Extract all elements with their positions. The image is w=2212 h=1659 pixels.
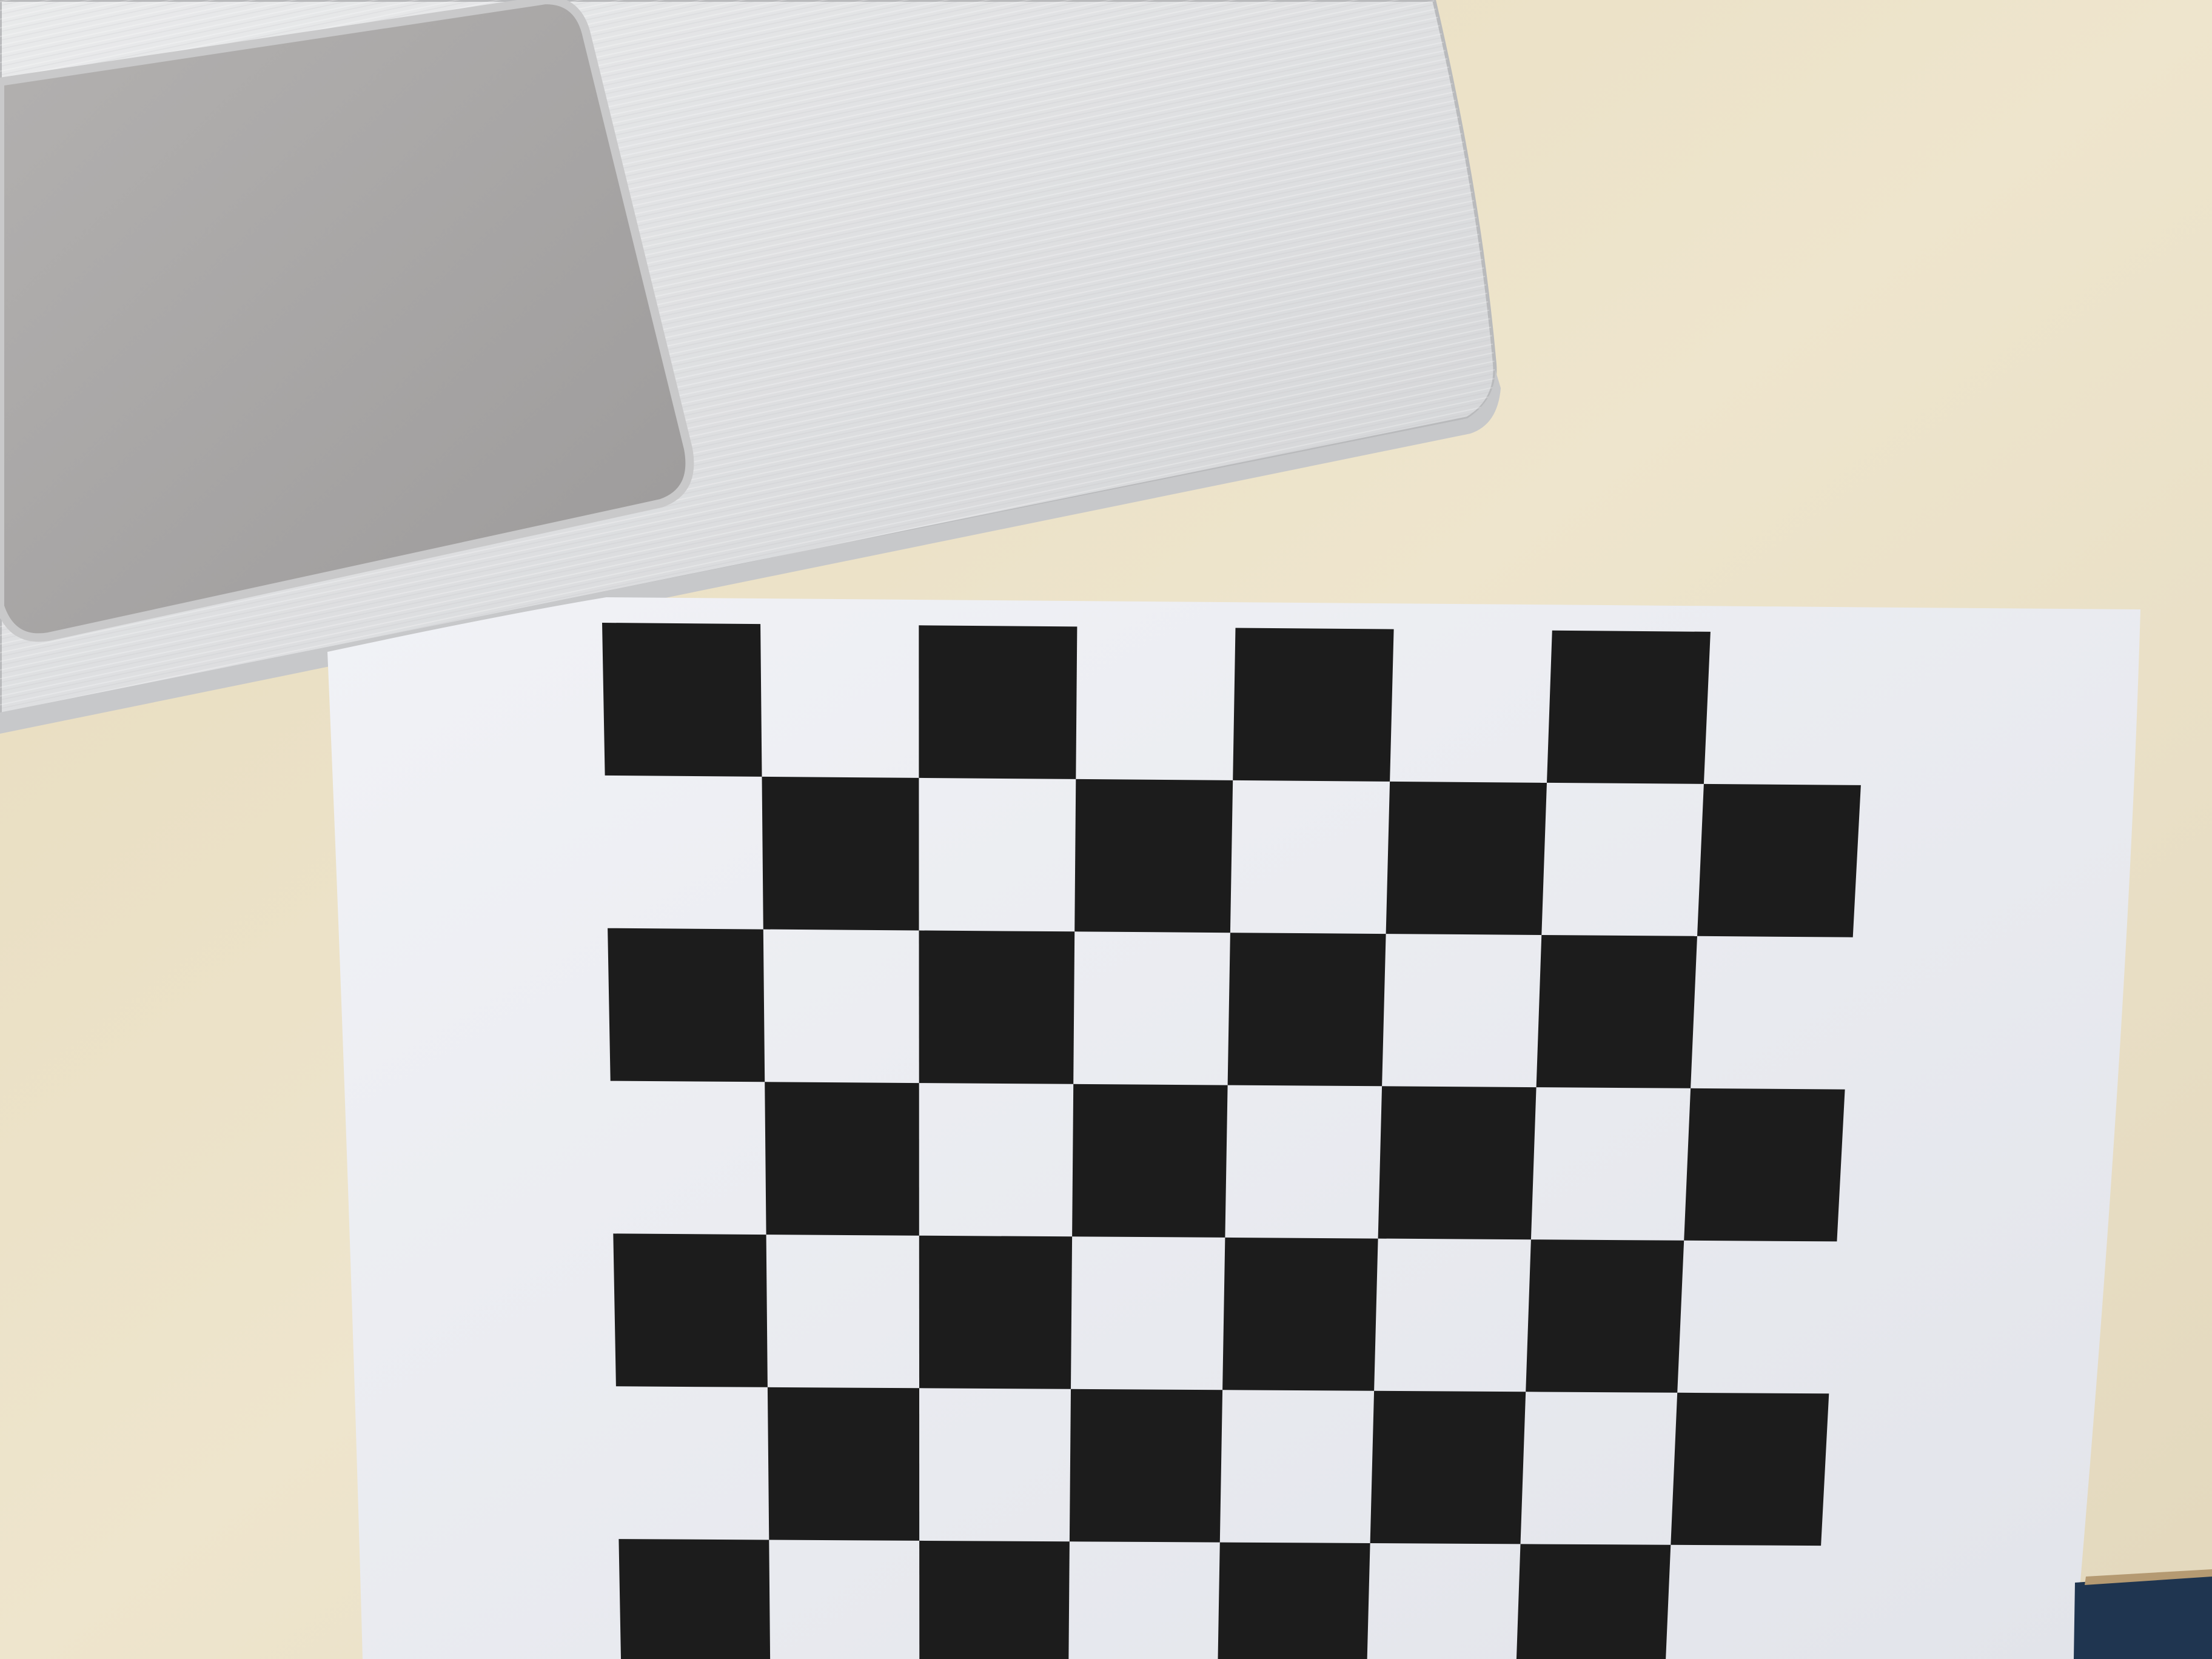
checker-square-r2-c6: [1536, 935, 1697, 1088]
checker-square-r4-c2: [919, 1235, 1073, 1389]
checker-square-r2-c0: [608, 928, 765, 1082]
checker-square-r1-c1: [762, 776, 919, 931]
checker-square-r3-c5: [1378, 1086, 1537, 1240]
checker-square-r1-c7: [1697, 783, 1861, 937]
checker-square-r1-c5: [1386, 781, 1547, 935]
checker-square-r5-c5: [1370, 1390, 1526, 1544]
checker-square-r4-c4: [1222, 1237, 1378, 1391]
checker-square-r6-c2: [919, 1540, 1070, 1659]
checker-square-r6-c6: [1516, 1544, 1671, 1659]
checker-square-r0-c4: [1233, 628, 1394, 782]
checker-square-r4-c0: [613, 1233, 768, 1387]
checker-square-r5-c1: [767, 1387, 920, 1541]
checker-square-r2-c4: [1227, 933, 1386, 1087]
checker-square-r0-c2: [919, 625, 1078, 779]
checker-square-r5-c7: [1671, 1392, 1829, 1546]
fabric-corner: [2074, 1574, 2212, 1659]
checker-square-r4-c6: [1526, 1239, 1684, 1393]
checker-square-r0-c6: [1547, 630, 1711, 784]
checker-square-r6-c0: [618, 1539, 771, 1659]
checker-square-r5-c3: [1069, 1389, 1223, 1543]
checker-square-r1-c3: [1074, 779, 1233, 933]
photo-scene: [0, 0, 2212, 1659]
checker-square-r6-c4: [1218, 1542, 1370, 1659]
checker-square-r3-c3: [1072, 1084, 1228, 1238]
checker-square-r2-c2: [919, 930, 1075, 1084]
checker-square-r0-c0: [602, 623, 762, 777]
checker-square-r3-c7: [1684, 1088, 1845, 1242]
checkerboard-sheet: [327, 597, 2140, 1659]
checker-square-r3-c1: [765, 1082, 919, 1236]
